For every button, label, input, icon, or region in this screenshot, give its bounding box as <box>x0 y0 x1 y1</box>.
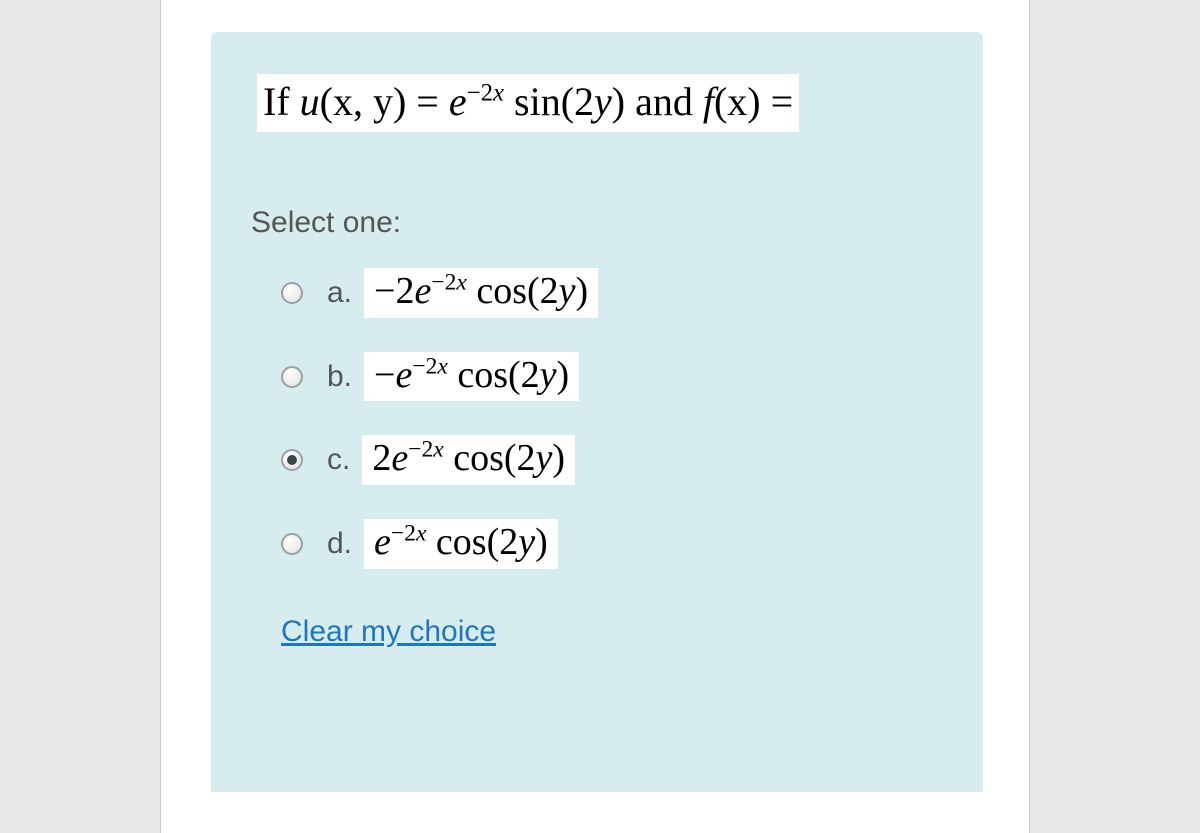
coef: − <box>374 354 395 396</box>
stem-u-args: (x, y) = <box>320 79 449 124</box>
radio-a[interactable] <box>281 282 303 304</box>
cos: cos(2 <box>467 270 559 312</box>
e-base: e <box>414 270 431 312</box>
stem-aftersin: ) and <box>612 79 703 124</box>
option-letter: d. <box>327 527 352 561</box>
option-d[interactable]: d. e−2x cos(2y) <box>281 519 943 569</box>
option-c[interactable]: c. 2e−2x cos(2y) <box>281 435 943 485</box>
question-panel: If u(x, y) = e−2x sin(2y) and f(x) = Sel… <box>211 32 983 792</box>
coef: 2 <box>372 437 391 479</box>
option-math: e−2x cos(2y) <box>364 519 558 569</box>
option-math: 2e−2x cos(2y) <box>362 435 575 485</box>
option-b[interactable]: b. −e−2x cos(2y) <box>281 352 943 402</box>
close: ) <box>552 437 565 479</box>
radio-d[interactable] <box>281 533 303 555</box>
clear-my-choice-link[interactable]: Clear my choice <box>281 615 496 649</box>
exp: −2x <box>391 520 427 546</box>
exp: −2x <box>431 269 467 295</box>
question-stem: If u(x, y) = e−2x sin(2y) and f(x) = <box>257 74 799 132</box>
page-card: If u(x, y) = e−2x sin(2y) and f(x) = Sel… <box>160 0 1030 833</box>
options-group: a. −2e−2x cos(2y) b. −e−2x cos(2y) c. 2e… <box>281 268 943 569</box>
coef: −2 <box>374 270 414 312</box>
e-base: e <box>374 521 391 563</box>
close: ) <box>535 521 548 563</box>
cos: cos(2 <box>426 521 518 563</box>
stem-if: If <box>263 79 300 124</box>
e-base: e <box>395 354 412 396</box>
option-letter: a. <box>327 276 352 310</box>
stem-e: e <box>449 79 467 124</box>
cos: cos(2 <box>448 354 540 396</box>
close: ) <box>576 270 589 312</box>
radio-b[interactable] <box>281 366 303 388</box>
stem-y: y <box>594 79 612 124</box>
e-base: e <box>391 437 408 479</box>
radio-c[interactable] <box>281 449 303 471</box>
y: y <box>540 354 557 396</box>
option-letter: c. <box>327 443 350 477</box>
y: y <box>536 437 553 479</box>
option-a[interactable]: a. −2e−2x cos(2y) <box>281 268 943 318</box>
stem-f-args: (x) = <box>714 79 793 124</box>
y: y <box>518 521 535 563</box>
exp: −2x <box>408 437 444 463</box>
option-math: −e−2x cos(2y) <box>364 352 579 402</box>
close: ) <box>557 354 570 396</box>
stem-sin: sin(2 <box>504 79 594 124</box>
option-math: −2e−2x cos(2y) <box>364 268 598 318</box>
stem-f: f <box>703 79 714 124</box>
exp: −2x <box>412 353 448 379</box>
select-one-label: Select one: <box>251 206 943 240</box>
option-letter: b. <box>327 360 352 394</box>
y: y <box>559 270 576 312</box>
stem-u: u <box>300 79 320 124</box>
cos: cos(2 <box>444 437 536 479</box>
stem-exp: −2x <box>467 80 504 107</box>
